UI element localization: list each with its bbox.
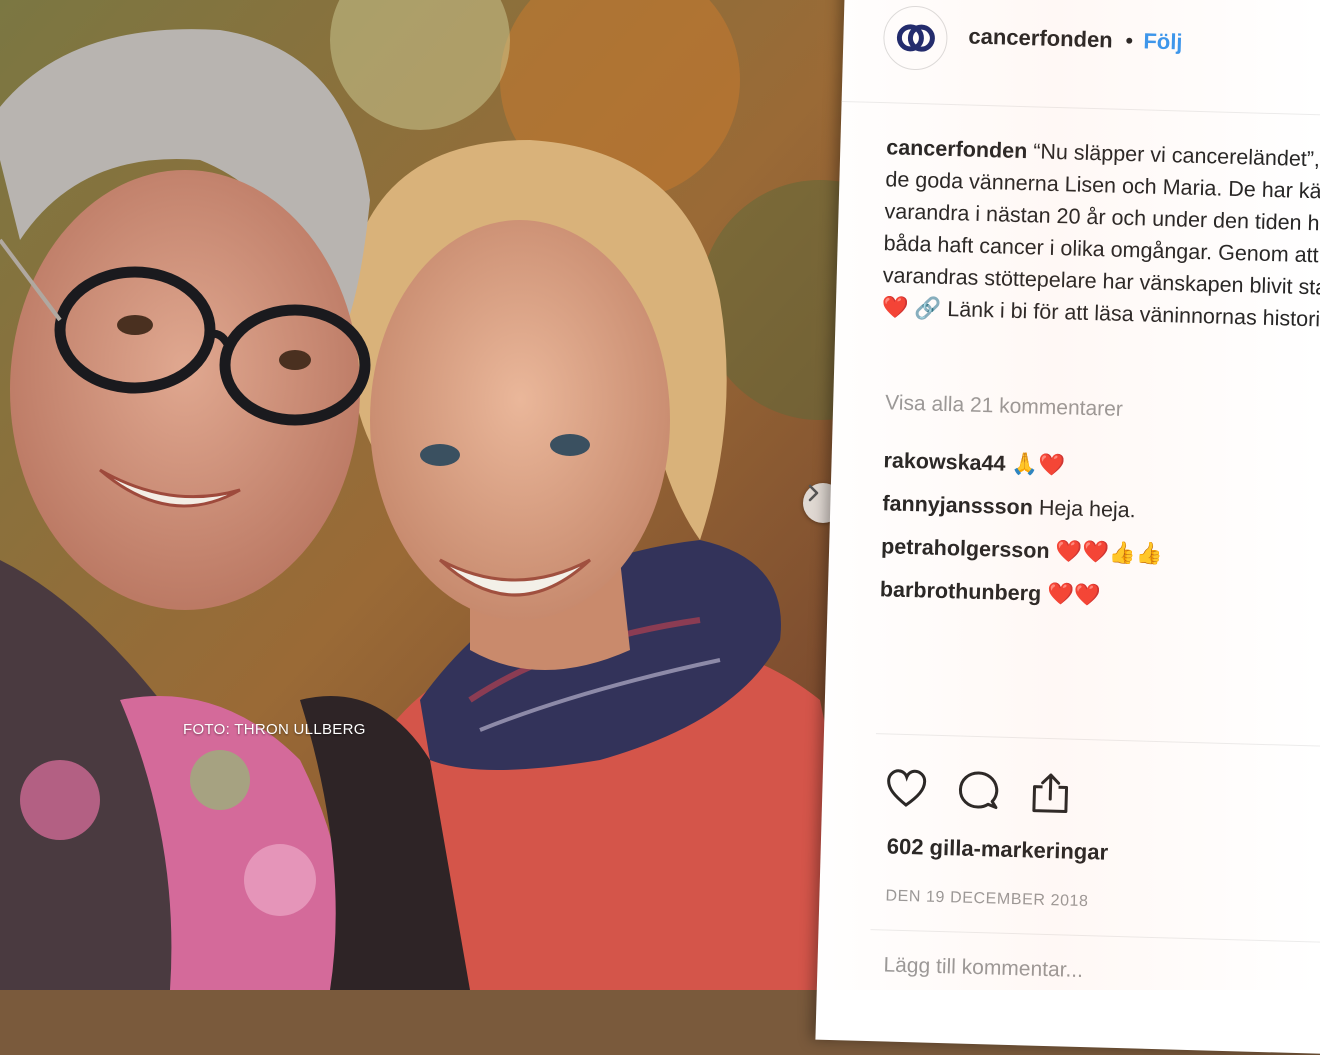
like-button[interactable] — [884, 766, 929, 811]
likes-count[interactable]: 602 gilla-markeringar — [886, 834, 1108, 866]
add-comment-input[interactable]: Lägg till kommentar... — [883, 953, 1083, 983]
post-date: DEN 19 DECEMBER 2018 — [885, 887, 1089, 911]
post-caption: cancerfonden “Nu släpper vi cancerelände… — [881, 131, 1320, 337]
post-header: cancerfonden • Följ — [841, 0, 1320, 118]
comment-button[interactable] — [956, 768, 1001, 813]
caption-text: “Nu släpper vi cancereländet”, säger de … — [881, 139, 1320, 332]
comment-username[interactable]: barbrothunberg — [880, 577, 1042, 605]
share-icon — [1032, 773, 1069, 813]
comment-text: ❤️❤️👍👍 — [1055, 539, 1163, 567]
post-author-username[interactable]: cancerfonden — [968, 23, 1113, 53]
comment-bubble-icon — [958, 771, 999, 810]
photo-credit: FOTO: THRON ULLBERG — [183, 721, 366, 738]
chevron-right-icon — [808, 484, 819, 502]
heart-icon — [887, 769, 927, 807]
avatar[interactable] — [882, 5, 949, 71]
view-all-comments-link[interactable]: Visa alla 21 kommentarer — [885, 391, 1123, 422]
comment-text: ❤️❤️ — [1046, 581, 1102, 608]
comment-username[interactable]: rakowska44 — [883, 448, 1006, 475]
post-photo: FOTO: THRON ULLBERG — [0, 0, 900, 990]
share-button[interactable] — [1028, 770, 1073, 815]
instagram-post-panel: cancerfonden • Följ cancerfonden “Nu slä… — [815, 0, 1320, 1055]
comment-text: Heja heja. — [1038, 495, 1137, 523]
comment-username[interactable]: fannyjanssson — [882, 491, 1033, 519]
caption-username[interactable]: cancerfonden — [886, 135, 1028, 163]
comment-text: 🙏❤️ — [1011, 451, 1066, 478]
divider — [870, 929, 1320, 943]
divider — [875, 733, 1320, 748]
post-actions — [884, 766, 1069, 813]
comment-list: rakowska44 🙏❤️ fannyjanssson Heja heja. pe… — [879, 439, 1320, 624]
comment-username[interactable]: petraholgersson — [881, 534, 1050, 563]
follow-button[interactable]: Följ — [1143, 28, 1183, 55]
header-separator: • — [1125, 27, 1134, 54]
photo-illustration — [0, 0, 900, 990]
cancerfonden-logo-icon — [896, 24, 935, 52]
